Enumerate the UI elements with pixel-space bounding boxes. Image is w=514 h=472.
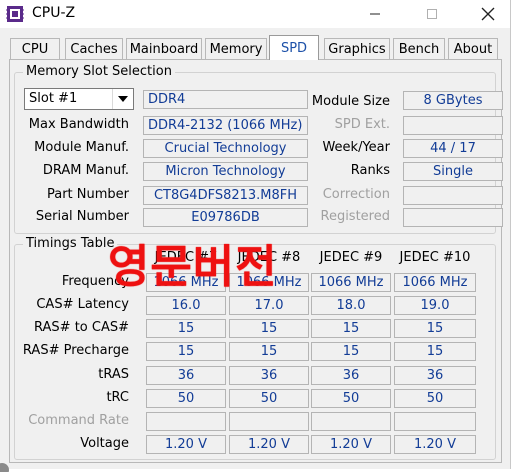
close-icon (481, 7, 495, 21)
week-year-value: 44 / 17 (403, 139, 503, 158)
ranks-label: Ranks (350, 163, 390, 178)
max-bandwidth-value: DDR4-2132 (1066 MHz) (143, 116, 308, 135)
timing-cell: 1.20 V (394, 435, 476, 454)
timing-cell (394, 412, 476, 431)
timing-cell: 1.20 V (146, 435, 226, 454)
timing-cell: 15 (394, 342, 476, 361)
module-manuf-label: Module Manuf. (34, 140, 129, 155)
registered-label: Registered (320, 209, 391, 224)
timing-cell: 16.0 (146, 296, 226, 315)
memory-type-field: DDR4 (143, 90, 308, 109)
timing-cell: 50 (229, 389, 309, 408)
memory-slot-group-title: Memory Slot Selection (23, 64, 175, 79)
timing-row-label: tRAS (98, 367, 129, 382)
tab-bench[interactable]: Bench (393, 38, 445, 59)
spd-ext-value (403, 116, 503, 135)
week-year-label: Week/Year (322, 140, 390, 155)
timing-row-label: Command Rate (28, 413, 129, 428)
timing-cell (146, 412, 226, 431)
timing-cell: 18.0 (311, 296, 391, 315)
tab-cpu[interactable]: CPU (10, 38, 60, 59)
timing-cell: 15 (311, 342, 391, 361)
dram-manuf-label: DRAM Manuf. (42, 163, 129, 178)
spd-ext-label: SPD Ext. (334, 117, 390, 132)
timing-cell: 15 (394, 319, 476, 338)
timing-cell: 36 (311, 366, 391, 385)
ranks-value: Single (403, 162, 503, 181)
timing-cell: 1.20 V (229, 435, 309, 454)
close-button[interactable] (468, 0, 508, 28)
dram-manuf-value: Micron Technology (143, 162, 308, 181)
tab-spd[interactable]: SPD (269, 35, 319, 60)
slot-select-value: Slot #1 (29, 91, 78, 106)
corner-decoration-icon (0, 463, 9, 472)
module-size-label: Module Size (311, 94, 390, 109)
tab-memory[interactable]: Memory (205, 38, 267, 59)
timing-cell: 36 (394, 366, 476, 385)
timing-row-label: RAS# Precharge (22, 343, 129, 358)
cpu-z-app-icon (6, 5, 24, 23)
module-size-value: 8 GBytes (403, 91, 503, 110)
timing-cell: 1066 MHz (311, 273, 391, 292)
max-bandwidth-label: Max Bandwidth (28, 117, 129, 132)
timing-row-label: CAS# Latency (36, 297, 129, 312)
maximize-icon (427, 9, 437, 19)
timing-cell: 50 (311, 389, 391, 408)
timing-cell: 17.0 (229, 296, 309, 315)
slot-select[interactable]: Slot #1 (24, 88, 134, 110)
correction-value (403, 186, 503, 205)
tab-graphics[interactable]: Graphics (324, 38, 390, 59)
part-number-value: CT8G4DFS8213.M8FH (143, 186, 308, 205)
timing-row-label: tRC (106, 390, 129, 405)
timing-cell: 15 (146, 342, 226, 361)
minimize-icon (370, 13, 380, 15)
title-bar: CPU-Z (0, 0, 510, 28)
timing-cell: 19.0 (394, 296, 476, 315)
serial-number-label: Serial Number (35, 209, 129, 224)
timing-cell: 15 (146, 319, 226, 338)
minimize-button[interactable] (355, 0, 395, 28)
timing-cell: 15 (311, 319, 391, 338)
timing-row-label: Voltage (80, 436, 129, 451)
timing-cell: 1066 MHz (394, 273, 476, 292)
timing-cell (229, 412, 309, 431)
slot-dropdown-button[interactable] (112, 89, 133, 109)
timing-cell: 36 (229, 366, 309, 385)
timing-cell: 36 (146, 366, 226, 385)
timing-cell: 50 (146, 389, 226, 408)
timing-cell (311, 412, 391, 431)
tab-mainboard[interactable]: Mainboard (126, 38, 202, 59)
timing-cell: 15 (229, 319, 309, 338)
timings-column-header: JEDEC #9 (319, 250, 383, 265)
serial-number-value: E09786DB (143, 208, 308, 227)
tab-about[interactable]: About (448, 38, 498, 59)
version-overlay-text: 영문버전 (108, 240, 278, 293)
tab-caches[interactable]: Caches (65, 38, 123, 59)
timings-table-group-title: Timings Table (23, 236, 118, 251)
module-manuf-value: Crucial Technology (143, 139, 308, 158)
chevron-down-icon (118, 96, 128, 102)
part-number-label: Part Number (46, 187, 129, 202)
cpu-z-window: CPU-Z CPU Caches Mainboard Memory SPD Gr… (0, 0, 511, 472)
timing-cell: 15 (229, 342, 309, 361)
timing-row-label: RAS# to CAS# (34, 320, 129, 335)
registered-value (403, 208, 503, 227)
timing-cell: 1.20 V (311, 435, 391, 454)
window-title: CPU-Z (32, 5, 76, 21)
maximize-button[interactable] (412, 0, 452, 28)
timings-column-header: JEDEC #10 (399, 250, 471, 265)
correction-label: Correction (322, 187, 390, 202)
timing-cell: 50 (394, 389, 476, 408)
